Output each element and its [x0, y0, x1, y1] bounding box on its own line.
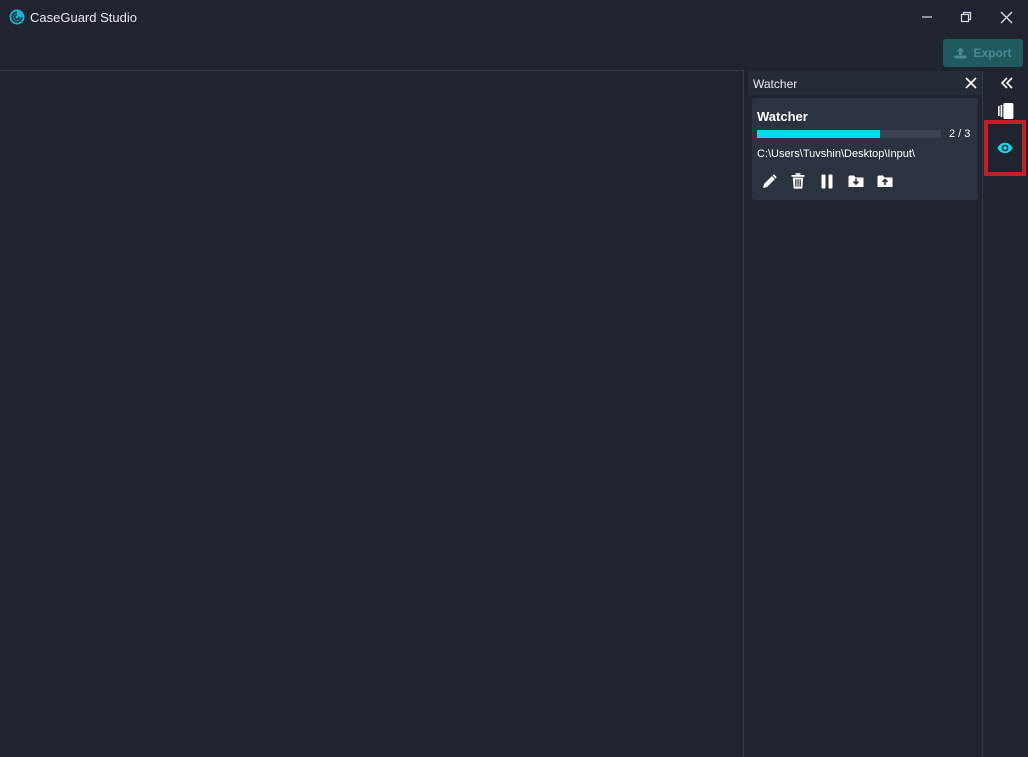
close-icon: [1000, 11, 1012, 23]
minimize-button[interactable]: [912, 6, 942, 28]
input-folder-button[interactable]: [848, 173, 864, 189]
folder-download-icon: [848, 175, 864, 187]
pause-icon: [821, 174, 833, 188]
watcher-name: Watcher: [757, 109, 808, 124]
app-title: CaseGuard Studio: [30, 10, 137, 25]
pause-button[interactable]: [819, 173, 835, 189]
watcher-panel-header: Watcher: [748, 71, 982, 95]
close-window-button[interactable]: [991, 6, 1021, 28]
upload-icon: [954, 47, 967, 59]
watcher-progress-bar: [757, 130, 941, 138]
watcher-sidebar-button[interactable]: [984, 120, 1026, 176]
delete-button[interactable]: [790, 173, 806, 189]
app-window: CaseGuard Studio Export Watcher Watcher …: [0, 0, 1028, 757]
edit-button[interactable]: [761, 173, 777, 189]
progress-fill: [757, 130, 880, 138]
workspace-splitter[interactable]: [743, 70, 744, 757]
close-panel-icon[interactable]: [964, 76, 978, 90]
watch-folder-path: C:\Users\Tuvshin\Desktop\Input\: [757, 148, 915, 160]
right-sidebar: [982, 71, 1028, 757]
restore-button[interactable]: [951, 6, 981, 28]
folder-upload-icon: [877, 175, 893, 187]
minimize-icon: [922, 16, 932, 18]
edit-icon: [762, 173, 777, 188]
watcher-actions: [761, 173, 893, 189]
watcher-card[interactable]: Watcher 2 / 3 C:\Users\Tuvshin\Desktop\I…: [752, 98, 978, 200]
caseguard-logo-icon: [9, 9, 25, 25]
export-button[interactable]: Export: [943, 39, 1023, 67]
collapse-icon[interactable]: [999, 75, 1015, 91]
main-workspace[interactable]: [0, 71, 743, 757]
eye-icon: [997, 142, 1013, 154]
panel-title: Watcher: [753, 77, 798, 91]
export-label: Export: [973, 46, 1012, 60]
restore-icon: [960, 11, 972, 23]
title-bar: CaseGuard Studio: [0, 0, 1028, 34]
panels-icon[interactable]: [997, 102, 1015, 120]
trash-icon: [791, 173, 805, 189]
output-folder-button[interactable]: [877, 173, 893, 189]
progress-count: 2 / 3: [949, 128, 971, 140]
watcher-panel: Watcher Watcher 2 / 3 C:\Users\Tuvshin\D…: [748, 71, 982, 757]
